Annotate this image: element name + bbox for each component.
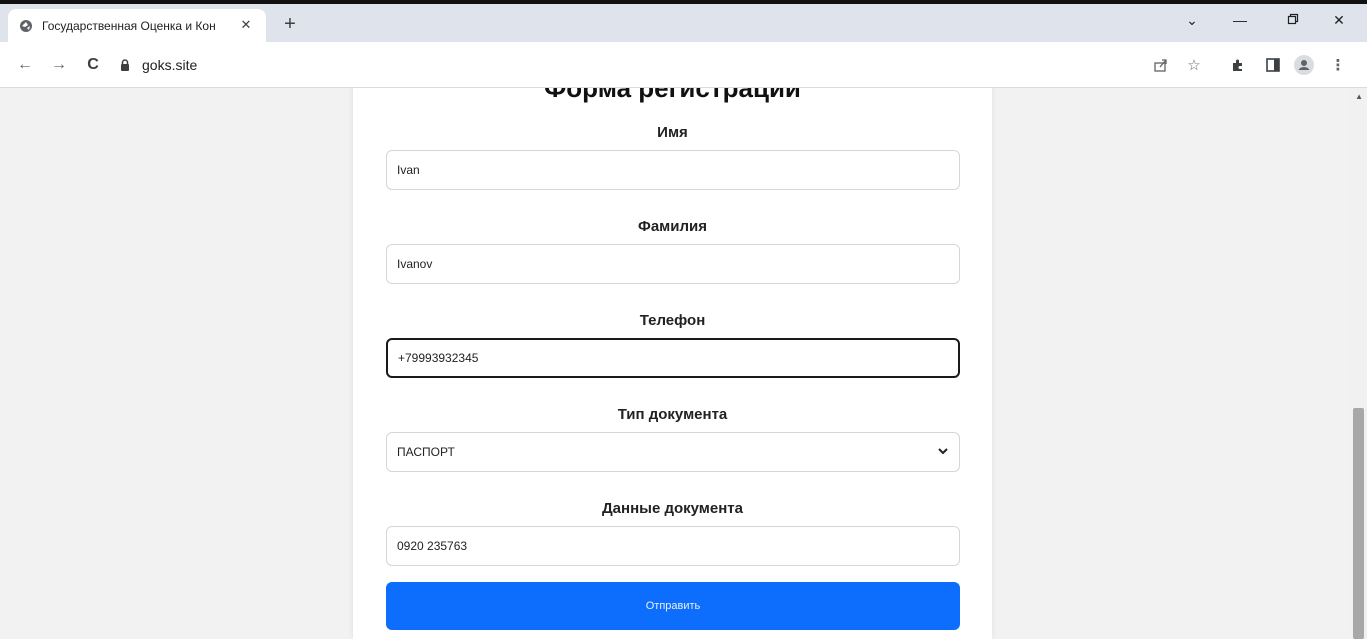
minimize-button[interactable]: — [1228, 10, 1252, 30]
document-type-selected: ПАСПОРТ [397, 445, 455, 459]
first-name-input[interactable] [386, 150, 960, 190]
menu-kebab-icon[interactable]: ⋮ [1328, 55, 1348, 75]
tab-title: Государственная Оценка и Кон [42, 18, 216, 33]
browser-toolbar: ← → C goks.site ☆ ⋮ [0, 42, 1367, 88]
reload-icon[interactable]: C [82, 54, 104, 76]
tab-search-icon[interactable]: ⌄ [1180, 10, 1204, 30]
address-bar[interactable]: goks.site [113, 50, 1165, 80]
browser-tab-active[interactable]: Государственная Оценка и Кон ✕ [8, 9, 266, 42]
scrollbar-thumb[interactable] [1353, 408, 1364, 639]
share-icon[interactable] [1151, 55, 1171, 75]
extensions-icon[interactable] [1228, 55, 1248, 75]
lock-icon [118, 57, 132, 73]
page-viewport: Форма регистрации Имя Фамилия Телефон Ти… [0, 88, 1367, 639]
side-panel-icon[interactable] [1263, 55, 1283, 75]
new-tab-button[interactable]: + [278, 12, 302, 36]
chevron-down-icon [937, 445, 949, 457]
registration-form: Форма регистрации Имя Фамилия Телефон Ти… [353, 88, 992, 639]
form-title: Форма регистрации [544, 88, 801, 103]
last-name-label: Фамилия [638, 218, 707, 235]
page-scrollbar[interactable]: ▲ [1350, 88, 1367, 639]
globe-icon [18, 18, 34, 34]
document-data-label: Данные документа [602, 500, 743, 517]
close-window-button[interactable]: ✕ [1327, 10, 1351, 30]
forward-arrow-icon[interactable]: → [48, 54, 70, 76]
bookmark-star-icon[interactable]: ☆ [1184, 55, 1204, 75]
document-data-input[interactable] [386, 526, 960, 566]
submit-button[interactable]: Отправить [386, 582, 960, 630]
back-arrow-icon[interactable]: ← [14, 54, 36, 76]
restore-button[interactable] [1281, 10, 1305, 30]
phone-input[interactable] [386, 338, 960, 378]
screen-top-edge [0, 0, 1367, 4]
document-type-select[interactable]: ПАСПОРТ [386, 432, 960, 472]
url-text: goks.site [142, 57, 198, 73]
phone-label: Телефон [639, 312, 706, 329]
last-name-input[interactable] [386, 244, 960, 284]
document-type-label: Тип документа [617, 406, 728, 423]
close-tab-icon[interactable]: ✕ [238, 17, 254, 33]
first-name-label: Имя [657, 124, 688, 141]
browser-tabstrip: Государственная Оценка и Кон ✕ + ⌄ — ✕ [0, 0, 1367, 42]
profile-avatar-icon[interactable] [1294, 55, 1314, 75]
scroll-up-arrow-icon[interactable]: ▲ [1355, 92, 1363, 101]
